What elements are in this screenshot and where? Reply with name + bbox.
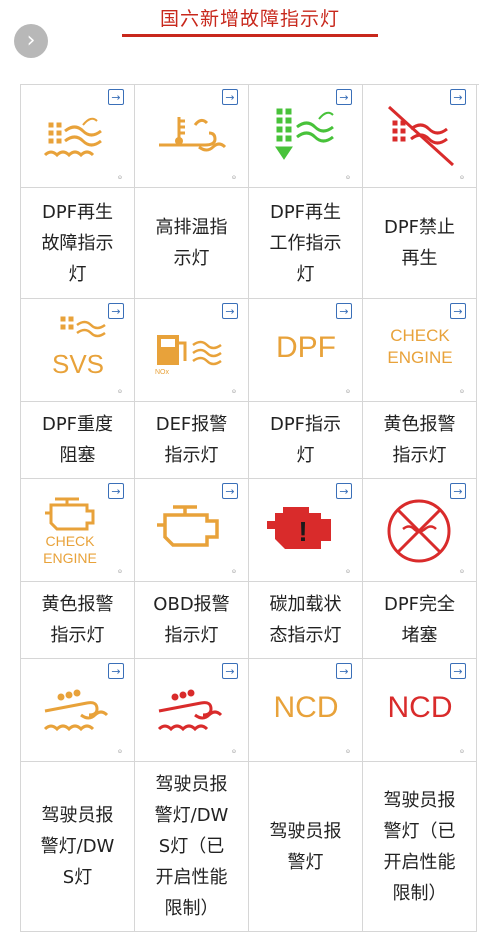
share-icon[interactable]: → bbox=[222, 89, 238, 105]
red-engine-warning-icon: ! → ⊙ bbox=[249, 479, 363, 582]
watermark: ⊙ bbox=[345, 569, 350, 575]
high-exhaust-temp-icon: → ⊙ bbox=[135, 85, 249, 188]
share-icon[interactable]: → bbox=[108, 483, 124, 499]
check-engine-text-icon: CHECK ENGINE → ⊙ bbox=[363, 299, 477, 402]
label-cell: DPF完全 堵塞 bbox=[363, 582, 477, 659]
table-row: → ⊙ → ⊙ → ⊙ → ⊙ bbox=[21, 85, 479, 188]
table-row: 黄色报警 指示灯 OBD报警 指示灯 碳加载状 态指示灯 DPF完全 堵塞 bbox=[21, 582, 479, 659]
share-icon[interactable]: → bbox=[450, 483, 466, 499]
watermark: ⊙ bbox=[117, 175, 122, 181]
share-icon[interactable]: → bbox=[450, 663, 466, 679]
label-cell: 驾驶员报 警灯/DW S灯 bbox=[21, 762, 135, 932]
watermark: ⊙ bbox=[459, 749, 464, 755]
table-row: 驾驶员报 警灯/DW S灯 驾驶员报 警灯/DW S灯（已 开启性能 限制） 驾… bbox=[21, 762, 479, 932]
dpf-label: DPF bbox=[276, 331, 336, 364]
watermark: ⊙ bbox=[231, 175, 236, 181]
check-engine-label: CHECK ENGINE bbox=[43, 533, 97, 566]
label-cell: 黄色报警 指示灯 bbox=[21, 582, 135, 659]
label-cell: DPF再生 工作指示 灯 bbox=[249, 188, 363, 299]
watermark: ⊙ bbox=[117, 389, 122, 395]
watermark: ⊙ bbox=[345, 175, 350, 181]
dpf-regen-inhibit-icon: → ⊙ bbox=[363, 85, 477, 188]
nox-label: NOx bbox=[155, 369, 169, 376]
label-cell: 黄色报警 指示灯 bbox=[363, 402, 477, 479]
share-icon[interactable]: → bbox=[336, 89, 352, 105]
label-cell: OBD报警 指示灯 bbox=[135, 582, 249, 659]
watermark: ⊙ bbox=[459, 389, 464, 395]
watermark: ⊙ bbox=[231, 749, 236, 755]
label-cell: 驾驶员报 警灯/DW S灯（已 开启性能 限制） bbox=[135, 762, 249, 932]
label-cell: DPF禁止 再生 bbox=[363, 188, 477, 299]
dpf-text-icon: DPF → ⊙ bbox=[249, 299, 363, 402]
def-fuel-pump-icon: NOx → ⊙ bbox=[135, 299, 249, 402]
share-icon[interactable]: → bbox=[108, 663, 124, 679]
table-row: SVS → ⊙ NOx → ⊙ DPF → ⊙ CHECK ENGINE → ⊙ bbox=[21, 299, 479, 402]
table-row: CHECK ENGINE → ⊙ → ⊙ ! → ⊙ → ⊙ bbox=[21, 479, 479, 582]
watermark: ⊙ bbox=[459, 175, 464, 181]
label-cell: DPF指示 灯 bbox=[249, 402, 363, 479]
share-icon[interactable]: → bbox=[222, 303, 238, 319]
back-button[interactable]: › bbox=[14, 24, 48, 58]
ncd-label: NCD bbox=[387, 691, 453, 724]
chevron-right-icon: › bbox=[26, 28, 36, 53]
watermark: ⊙ bbox=[231, 389, 236, 395]
label-cell: DEF报警 指示灯 bbox=[135, 402, 249, 479]
driver-warning-red-icon: → ⊙ bbox=[135, 659, 249, 762]
dpf-regen-active-icon: → ⊙ bbox=[249, 85, 363, 188]
page-title: 国六新增故障指示灯 bbox=[159, 8, 340, 30]
watermark: ⊙ bbox=[117, 749, 122, 755]
engine-outline-icon: → ⊙ bbox=[135, 479, 249, 582]
label-cell: 高排温指 示灯 bbox=[135, 188, 249, 299]
svg-text:!: ! bbox=[298, 516, 307, 547]
label-cell: DPF重度 阻塞 bbox=[21, 402, 135, 479]
share-icon[interactable]: → bbox=[108, 303, 124, 319]
dpf-blocked-icon: → ⊙ bbox=[363, 479, 477, 582]
share-icon[interactable]: → bbox=[108, 89, 124, 105]
label-cell: 驾驶员报 警灯（已 开启性能 限制） bbox=[363, 762, 477, 932]
watermark: ⊙ bbox=[345, 389, 350, 395]
driver-warning-amber-icon: → ⊙ bbox=[21, 659, 135, 762]
label-cell: 驾驶员报 警灯 bbox=[249, 762, 363, 932]
ncd-red-icon: NCD → ⊙ bbox=[363, 659, 477, 762]
label-cell: DPF再生 故障指示 灯 bbox=[21, 188, 135, 299]
ncd-label: NCD bbox=[273, 691, 339, 724]
dpf-regen-fault-icon: → ⊙ bbox=[21, 85, 135, 188]
table-row: DPF再生 故障指示 灯 高排温指 示灯 DPF再生 工作指示 灯 DPF禁止 … bbox=[21, 188, 479, 299]
share-icon[interactable]: → bbox=[336, 483, 352, 499]
watermark: ⊙ bbox=[345, 749, 350, 755]
watermark: ⊙ bbox=[117, 569, 122, 575]
check-engine-label: CHECK ENGINE bbox=[387, 326, 453, 367]
share-icon[interactable]: → bbox=[450, 89, 466, 105]
watermark: ⊙ bbox=[459, 569, 464, 575]
svs-icon: SVS → ⊙ bbox=[21, 299, 135, 402]
ncd-amber-icon: NCD → ⊙ bbox=[249, 659, 363, 762]
check-engine-symbol-icon: CHECK ENGINE → ⊙ bbox=[21, 479, 135, 582]
indicator-table: → ⊙ → ⊙ → ⊙ → ⊙ DPF再生 故障指示 灯 高排温指 示灯 DPF… bbox=[20, 84, 479, 932]
table-row: DPF重度 阻塞 DEF报警 指示灯 DPF指示 灯 黄色报警 指示灯 bbox=[21, 402, 479, 479]
table-row: → ⊙ → ⊙ NCD → ⊙ NCD → ⊙ bbox=[21, 659, 479, 762]
share-icon[interactable]: → bbox=[336, 663, 352, 679]
share-icon[interactable]: → bbox=[222, 663, 238, 679]
watermark: ⊙ bbox=[231, 569, 236, 575]
share-icon[interactable]: → bbox=[336, 303, 352, 319]
share-icon[interactable]: → bbox=[222, 483, 238, 499]
share-icon[interactable]: → bbox=[450, 303, 466, 319]
label-cell: 碳加载状 态指示灯 bbox=[249, 582, 363, 659]
title-underline bbox=[122, 34, 378, 37]
